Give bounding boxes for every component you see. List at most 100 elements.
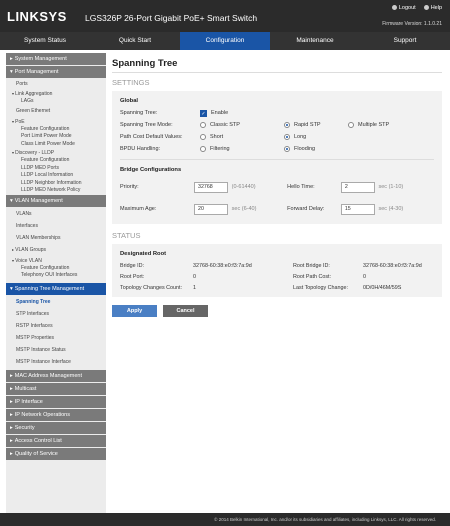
designated-root-heading: Designated Root — [120, 251, 167, 257]
bridge-id-value: 32768-60:38:e0:f3:7a:9d — [193, 262, 252, 269]
hello-input[interactable]: 2 — [340, 181, 375, 193]
mode-rapid-radio[interactable] — [284, 122, 290, 128]
mode-rapid-option[interactable]: Rapid STP — [284, 122, 336, 128]
nav-telephony-oui[interactable]: Telephony OUI Interfaces — [6, 272, 106, 280]
nav-quality-of-service[interactable]: Quality of Service — [6, 447, 106, 461]
path-long-radio[interactable] — [284, 134, 290, 140]
bpdu-filtering-radio[interactable] — [200, 146, 206, 152]
nav-spanning-tree[interactable]: Spanning Tree — [6, 296, 106, 308]
path-short-option[interactable]: Short — [200, 134, 272, 140]
max-age-label: Maximum Age: — [120, 206, 157, 212]
settings-heading: SETTINGS — [112, 78, 150, 87]
main-content: Spanning Tree SETTINGS Global Spanning T… — [112, 53, 442, 317]
nav-multicast[interactable]: Multicast — [6, 382, 106, 396]
stp-row: Spanning Tree: ✓ Enable — [120, 107, 434, 119]
nav-system-management[interactable]: System Management — [6, 53, 106, 66]
nav-ip-interface[interactable]: IP Interface — [6, 395, 106, 409]
topology-count-label: Topology Changes Count: — [120, 284, 183, 291]
nav-lags[interactable]: LAGs — [6, 98, 106, 106]
tab-configuration[interactable]: Configuration — [180, 32, 270, 50]
max-age-input[interactable]: 20 — [194, 203, 228, 215]
forward-delay-range: sec (4-30) — [378, 206, 404, 212]
topology-count-value: 1 — [193, 284, 196, 291]
nav-mstp-properties[interactable]: MSTP Properties — [6, 332, 106, 344]
global-heading: Global — [120, 98, 139, 104]
nav-discovery-lldp[interactable]: Discovery - LLDP — [6, 148, 106, 157]
nav-vlan-memberships[interactable]: VLAN Memberships — [6, 232, 106, 244]
nav-lldp-neighbor-information[interactable]: LLDP Neighbor Information — [6, 180, 106, 188]
nav-mstp-instance-status[interactable]: MSTP Instance Status — [6, 344, 106, 356]
tab-quick-start[interactable]: Quick Start — [90, 32, 180, 50]
nav-poe[interactable]: PoE — [6, 117, 106, 126]
bridge-id-label: Bridge ID: — [120, 262, 144, 269]
nav-voice-vlan[interactable]: Voice VLAN — [6, 256, 106, 265]
nav-mac-address-management[interactable]: MAC Address Management — [6, 369, 106, 383]
path-short-radio[interactable] — [200, 134, 206, 140]
divider — [120, 159, 434, 160]
nav-lldp-local-information[interactable]: LLDP Local Information — [6, 172, 106, 180]
help-link[interactable]: Help — [423, 5, 442, 11]
priority-input[interactable]: 32768 — [194, 181, 228, 193]
mode-classic-radio[interactable] — [200, 122, 206, 128]
mode-multiple-radio[interactable] — [348, 122, 354, 128]
forward-delay-label: Forward Delay: — [287, 206, 325, 212]
nav-lldp-med-network-policy[interactable]: LLDP MED Network Policy — [6, 187, 106, 195]
bridge-heading: Bridge Configurations — [120, 167, 182, 173]
nav-class-limit-power-mode[interactable]: Class Limit Power Mode — [6, 141, 106, 149]
nav-green-ethernet[interactable]: Green Ethernet — [6, 106, 106, 117]
nav-ports[interactable]: Ports — [6, 79, 106, 90]
status-panel: Designated Root Bridge ID: 32768-60:38:e… — [112, 244, 442, 297]
stp-enable-checkbox[interactable]: ✓ — [200, 109, 207, 117]
help-icon — [423, 5, 429, 10]
main-tabs: System Status Quick Start Configuration … — [0, 32, 450, 50]
stp-enable-option[interactable]: ✓ Enable — [200, 109, 228, 117]
mode-label: Spanning Tree Mode: — [120, 122, 173, 128]
nav-link-aggregation[interactable]: Link Aggregation — [6, 90, 106, 98]
nav-vlan-groups[interactable]: VLAN Groups — [6, 244, 106, 256]
bridge-row-2: Maximum Age: 20 sec (6-40) Forward Delay… — [120, 198, 434, 220]
nav-lldp-med-ports[interactable]: LLDP MED Ports — [6, 165, 106, 173]
nav-spanning-tree-management[interactable]: Spanning Tree Management — [6, 282, 106, 296]
last-topology-value: 0D/0H/46M/59S — [363, 284, 402, 291]
nav-feature-configuration[interactable]: Feature Configuration — [6, 126, 106, 134]
nav-rstp-interfaces[interactable]: RSTP Interfaces — [6, 320, 106, 332]
nav-access-control-list[interactable]: Access Control List — [6, 434, 106, 448]
nav-voice-feature-configuration[interactable]: Feature Configuration — [6, 265, 106, 273]
logout-link[interactable]: Logout — [391, 5, 416, 11]
bridge-row-1: Priority: 32768 (0-61440) Hello Time: 2 … — [120, 176, 434, 198]
last-topology-label: Last Topology Change: — [293, 284, 349, 291]
forward-delay-input[interactable]: 15 — [340, 203, 375, 215]
status-row-1: Bridge ID: 32768-60:38:e0:f3:7a:9d Root … — [120, 260, 434, 271]
nav-lldp-feature-configuration[interactable]: Feature Configuration — [6, 157, 106, 165]
nav-port-management[interactable]: Port Management — [6, 66, 106, 79]
nav-port-limit-power-mode[interactable]: Port Limit Power Mode — [6, 133, 106, 141]
nav-interfaces[interactable]: Interfaces — [6, 220, 106, 232]
bpdu-label: BPDU Handling: — [120, 146, 161, 152]
nav-vlan-management[interactable]: VLAN Management — [6, 194, 106, 208]
nav-stp-interfaces[interactable]: STP Interfaces — [6, 308, 106, 320]
path-cost-label: Path Cost Default Values: — [120, 134, 183, 140]
action-buttons: Apply Cancel — [112, 305, 442, 317]
priority-label: Priority: — [120, 184, 139, 190]
path-cost-row: Path Cost Default Values: Short Long — [120, 131, 434, 143]
cancel-button[interactable]: Cancel — [163, 305, 208, 317]
max-age-range: sec (6-40) — [231, 206, 257, 212]
root-path-cost-label: Root Path Cost: — [293, 273, 332, 280]
bpdu-flooding-option[interactable]: Flooding — [284, 146, 315, 152]
tab-maintenance[interactable]: Maintenance — [270, 32, 360, 50]
tab-support[interactable]: Support — [360, 32, 450, 50]
nav-ip-network-operations[interactable]: IP Network Operations — [6, 408, 106, 422]
mode-classic-option[interactable]: Classic STP — [200, 122, 272, 128]
apply-button[interactable]: Apply — [112, 305, 157, 317]
bpdu-flooding-radio[interactable] — [284, 146, 290, 152]
mode-multiple-option[interactable]: Multiple STP — [348, 122, 389, 128]
root-bridge-id-label: Root Bridge ID: — [293, 262, 330, 269]
top-links: Logout Help — [391, 5, 442, 11]
stp-label: Spanning Tree: — [120, 110, 158, 116]
nav-security[interactable]: Security — [6, 421, 106, 435]
tab-system-status[interactable]: System Status — [0, 32, 90, 50]
path-long-option[interactable]: Long — [284, 134, 306, 140]
nav-vlans[interactable]: VLANs — [6, 208, 106, 220]
bpdu-filtering-option[interactable]: Filtering — [200, 146, 272, 152]
nav-mstp-instance-interface[interactable]: MSTP Instance Interface — [6, 356, 106, 368]
